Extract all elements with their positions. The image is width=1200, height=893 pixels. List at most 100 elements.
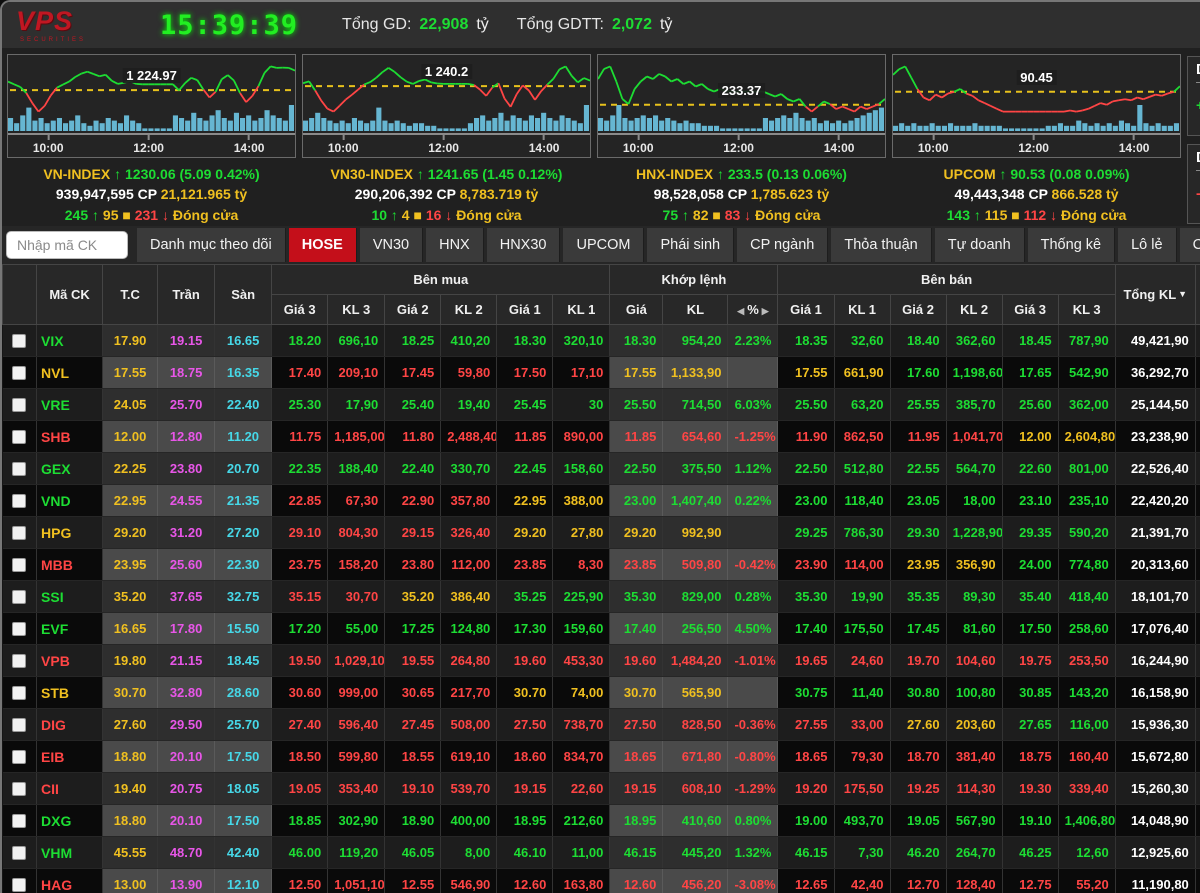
bid-vol3-cell[interactable]: 999,00 (328, 677, 385, 709)
ask-vol2-cell[interactable]: 81,60 (946, 613, 1002, 645)
row-checkbox[interactable] (12, 430, 26, 444)
ask-price2-cell[interactable]: 18.40 (890, 325, 946, 357)
ask-vol1-cell[interactable]: 862,50 (834, 421, 890, 453)
bid-vol3-cell[interactable]: 55,00 (328, 613, 385, 645)
bid-price2-cell[interactable]: 19.10 (385, 773, 441, 805)
ask-price1-cell[interactable]: 46.15 (778, 837, 834, 869)
row-checkbox[interactable] (12, 654, 26, 668)
symbol-cell[interactable]: EIB (37, 741, 103, 773)
ask-vol1-cell[interactable]: 786,30 (834, 517, 890, 549)
bid-vol1-cell[interactable]: 11,00 (553, 837, 610, 869)
symbol-cell[interactable]: CII (37, 773, 103, 805)
bid-price2-cell[interactable]: 18.25 (385, 325, 441, 357)
ask-vol3-cell[interactable]: 801,00 (1058, 453, 1115, 485)
bid-vol2-cell[interactable]: 539,70 (441, 773, 497, 805)
ask-price2-cell[interactable]: 23.05 (890, 485, 946, 517)
symbol-cell[interactable]: SHB (37, 421, 103, 453)
bid-price2-cell[interactable]: 46.05 (385, 837, 441, 869)
bid-vol1-cell[interactable]: 30 (553, 389, 610, 421)
bid-price3-cell[interactable]: 18.20 (272, 325, 328, 357)
bid-price1-cell[interactable]: 22.95 (497, 485, 553, 517)
ask-price1-cell[interactable]: 23.90 (778, 549, 834, 581)
ask-price1-cell[interactable]: 18.35 (778, 325, 834, 357)
symbol-column-header[interactable]: Mã CK (37, 265, 103, 325)
bid-price2-cell[interactable]: 35.20 (385, 581, 441, 613)
bid-vol1-cell[interactable]: 163,80 (553, 869, 610, 893)
bid-price1-cell[interactable]: 12.60 (497, 869, 553, 893)
bid-price3-cell[interactable]: 17.40 (272, 357, 328, 389)
ask-price1-cell[interactable]: 35.30 (778, 581, 834, 613)
ask-vol1-cell[interactable]: 32,60 (834, 325, 890, 357)
tab-hnx30[interactable]: HNX30 (487, 228, 561, 262)
bid-vol1-cell[interactable]: 212,60 (553, 805, 610, 837)
row-checkbox[interactable] (12, 590, 26, 604)
bid-vol2-cell[interactable]: 124,80 (441, 613, 497, 645)
bid-price3-cell[interactable]: 18.85 (272, 805, 328, 837)
ask-vol1-cell[interactable]: 33,00 (834, 709, 890, 741)
tab-thỏa-thuận[interactable]: Thỏa thuận (831, 228, 931, 262)
bid-vol2-cell[interactable]: 508,00 (441, 709, 497, 741)
ask-price2-cell[interactable]: 35.35 (890, 581, 946, 613)
ask-vol3-cell[interactable]: 542,90 (1058, 357, 1115, 389)
bid-vol1-cell[interactable]: 320,10 (553, 325, 610, 357)
ask-price1-cell[interactable]: 17.55 (778, 357, 834, 389)
symbol-cell[interactable]: DIG (37, 709, 103, 741)
ask-price3-cell[interactable]: 19.30 (1002, 773, 1058, 805)
bid-price3-cell[interactable]: 23.75 (272, 549, 328, 581)
row-checkbox[interactable] (12, 462, 26, 476)
bid-price2-cell[interactable]: 12.55 (385, 869, 441, 893)
bid-price1-cell[interactable]: 46.10 (497, 837, 553, 869)
row-checkbox[interactable] (12, 494, 26, 508)
bid-price3-cell[interactable]: 30.60 (272, 677, 328, 709)
row-checkbox[interactable] (12, 686, 26, 700)
symbol-cell[interactable]: VPB (37, 645, 103, 677)
bid-price1-cell[interactable]: 18.30 (497, 325, 553, 357)
bid-vol1-cell[interactable]: 17,10 (553, 357, 610, 389)
ask-vol2-cell[interactable]: 385,70 (946, 389, 1002, 421)
bid-vol2-cell[interactable]: 8,00 (441, 837, 497, 869)
tab-thống-kê[interactable]: Thống kê (1028, 228, 1115, 262)
bid-price3-cell[interactable]: 11.75 (272, 421, 328, 453)
ask-vol3-cell[interactable]: 116,00 (1058, 709, 1115, 741)
ask-price1-cell[interactable]: 17.40 (778, 613, 834, 645)
matched-price-cell[interactable]: 22.50 (610, 453, 663, 485)
bid-price1-cell[interactable]: 19.15 (497, 773, 553, 805)
bid-vol3-cell[interactable]: 67,30 (328, 485, 385, 517)
ask-price2-cell[interactable]: 17.45 (890, 613, 946, 645)
ask-vol2-cell[interactable]: 203,60 (946, 709, 1002, 741)
row-checkbox[interactable] (12, 814, 26, 828)
row-checkbox[interactable] (12, 366, 26, 380)
bid-vol1-cell[interactable]: 890,00 (553, 421, 610, 453)
bid-vol2-cell[interactable]: 546,90 (441, 869, 497, 893)
bid-vol3-cell[interactable]: 158,20 (328, 549, 385, 581)
ask-price3-cell[interactable]: 29.35 (1002, 517, 1058, 549)
bid-price3-cell[interactable]: 17.20 (272, 613, 328, 645)
symbol-search-input[interactable] (6, 231, 128, 259)
bid-vol3-cell[interactable]: 804,30 (328, 517, 385, 549)
bid-vol2-cell[interactable]: 217,70 (441, 677, 497, 709)
matched-price-cell[interactable]: 25.50 (610, 389, 663, 421)
matched-price-cell[interactable]: 23.00 (610, 485, 663, 517)
bid-price3-cell[interactable]: 19.05 (272, 773, 328, 805)
ask-price3-cell[interactable]: 17.65 (1002, 357, 1058, 389)
ask-vol3-cell[interactable]: 55,20 (1058, 869, 1115, 893)
ask-price3-cell[interactable]: 46.25 (1002, 837, 1058, 869)
matched-price-cell[interactable]: 11.85 (610, 421, 663, 453)
tab-vn30[interactable]: VN30 (360, 228, 423, 262)
tab-chứng-quyền[interactable]: Chứng quyền (1180, 228, 1200, 262)
bid-vol3-cell[interactable]: 599,80 (328, 741, 385, 773)
ask-price2-cell[interactable]: 46.20 (890, 837, 946, 869)
ask-vol3-cell[interactable]: 2,604,80 (1058, 421, 1115, 453)
matched-price-cell[interactable]: 19.60 (610, 645, 663, 677)
bid-vol1-cell[interactable]: 74,00 (553, 677, 610, 709)
bid-price1-cell[interactable]: 25.45 (497, 389, 553, 421)
symbol-cell[interactable]: GEX (37, 453, 103, 485)
bid-price2-cell[interactable]: 29.15 (385, 517, 441, 549)
ask-vol2-cell[interactable]: 567,90 (946, 805, 1002, 837)
tab-tự-doanh[interactable]: Tự doanh (935, 228, 1025, 262)
bid-vol3-cell[interactable]: 1,185,00 (328, 421, 385, 453)
matched-price-cell[interactable]: 17.40 (610, 613, 663, 645)
ask-vol3-cell[interactable]: 787,90 (1058, 325, 1115, 357)
bid-price3-cell[interactable]: 29.10 (272, 517, 328, 549)
ask-vol1-cell[interactable]: 512,80 (834, 453, 890, 485)
